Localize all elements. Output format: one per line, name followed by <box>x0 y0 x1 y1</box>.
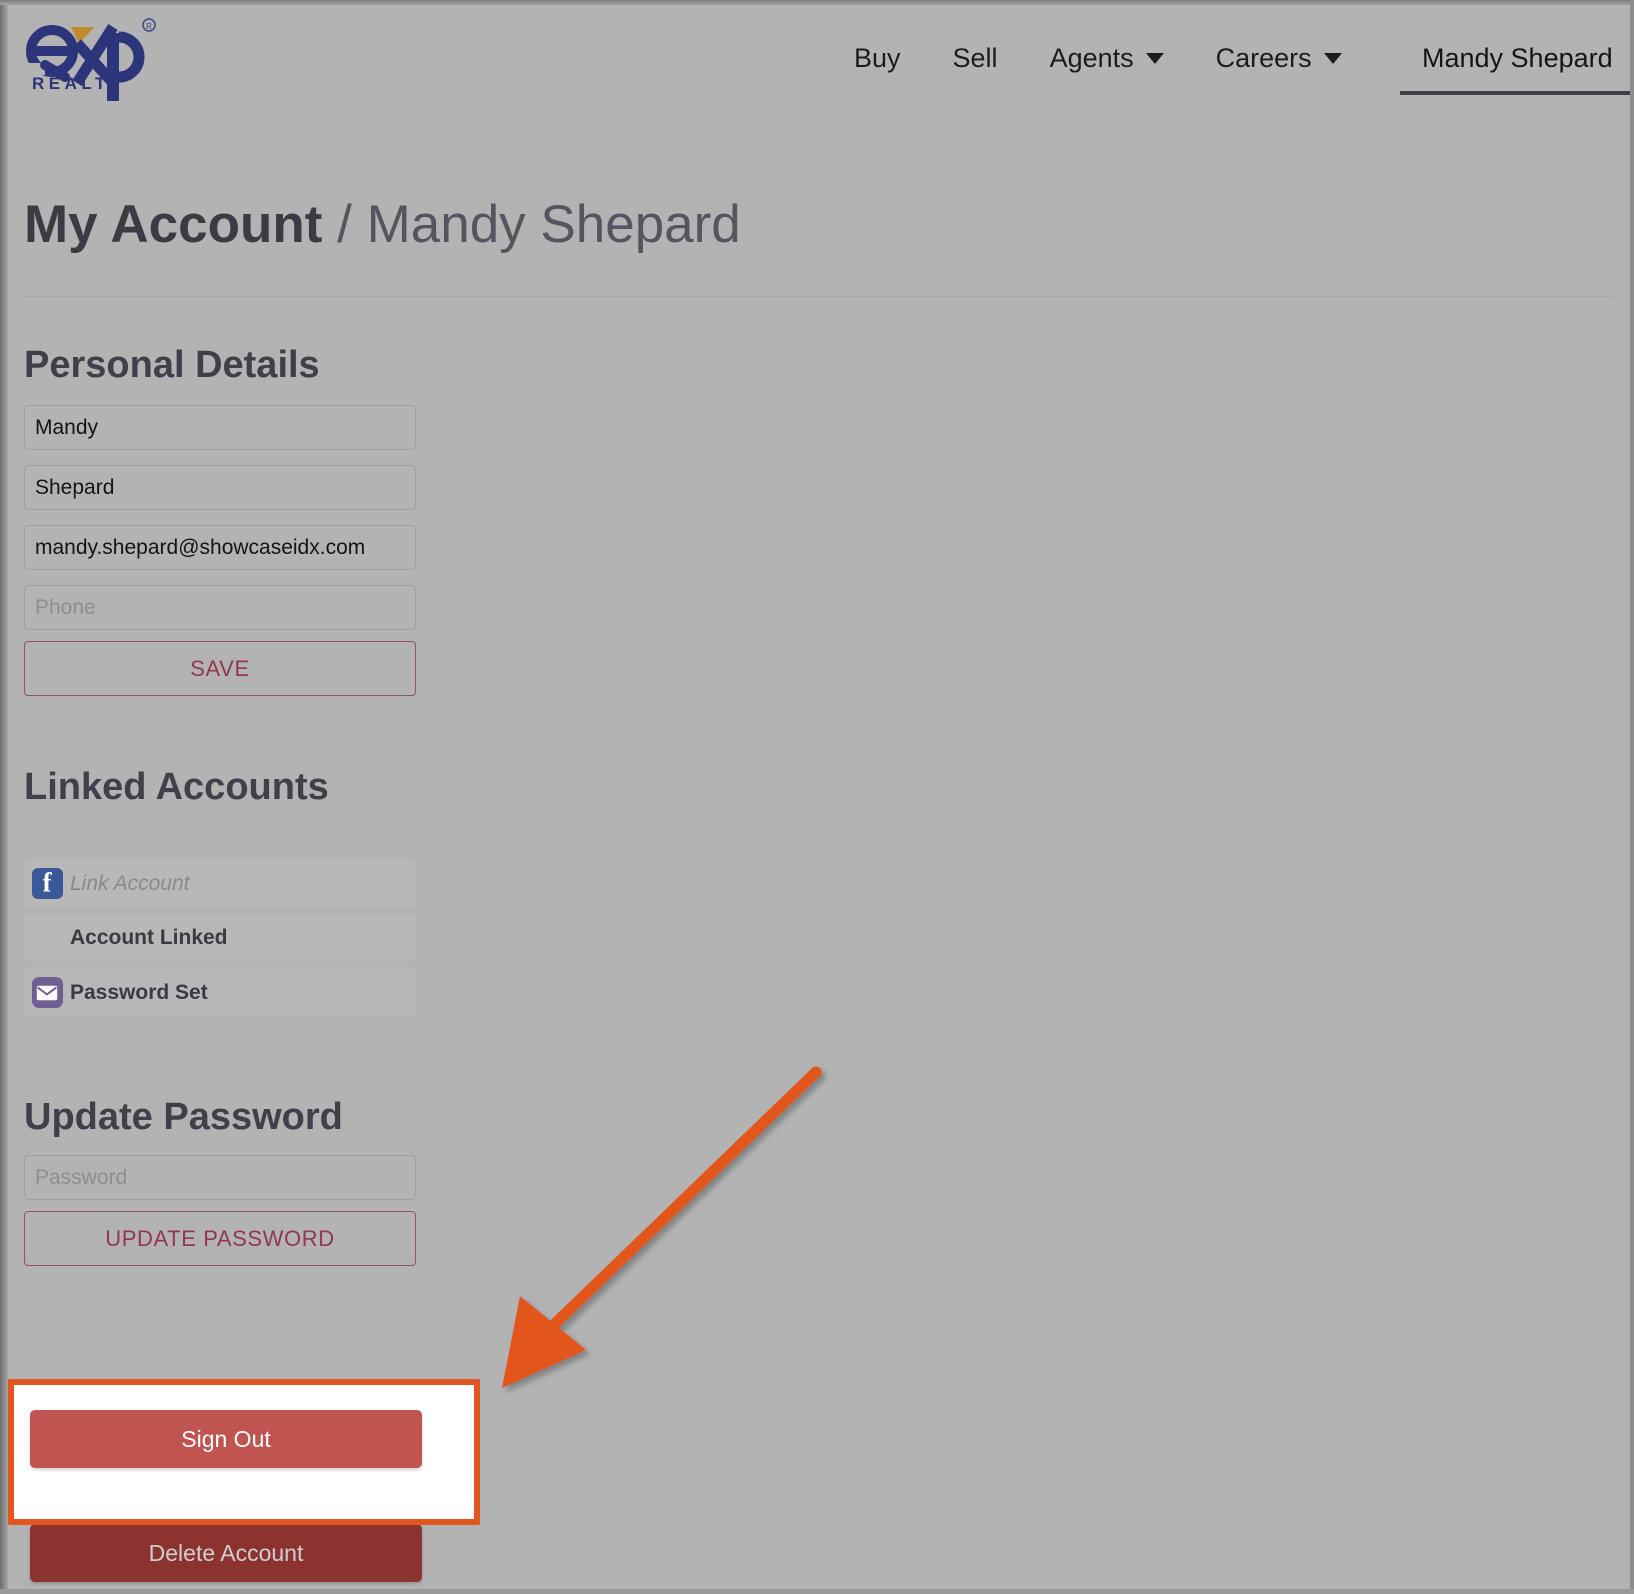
nav-item-buy[interactable]: Buy <box>828 33 927 83</box>
update-password-button[interactable]: UPDATE PASSWORD <box>24 1211 416 1266</box>
linked-row-facebook-label: Link Account <box>70 871 190 895</box>
page-title-separator: / <box>337 195 352 254</box>
nav-item-agents[interactable]: Agents <box>1024 33 1190 83</box>
page-title-secondary: Mandy Shepard <box>366 195 741 254</box>
nav-item-careers[interactable]: Careers <box>1190 33 1368 83</box>
envelope-icon <box>24 977 70 1008</box>
nav-item-agents-label: Agents <box>1049 43 1134 73</box>
chevron-down-icon <box>1145 52 1164 64</box>
linked-row-password-set-label: Password Set <box>70 980 208 1004</box>
email-input[interactable] <box>24 525 416 570</box>
nav-item-sell[interactable]: Sell <box>927 33 1024 83</box>
delete-account-button[interactable]: Delete Account <box>30 1524 422 1582</box>
annotation-arrow <box>502 1066 822 1388</box>
facebook-icon <box>24 868 70 899</box>
linked-row-facebook[interactable]: Link Account <box>24 860 416 907</box>
phone-input[interactable] <box>24 585 416 630</box>
linked-accounts-heading: Linked Accounts <box>24 766 329 808</box>
nav-item-buy-label: Buy <box>854 43 901 73</box>
personal-details-heading: Personal Details <box>24 344 320 386</box>
page-title: My Account / Mandy Shepard <box>24 195 741 255</box>
save-button[interactable]: SAVE <box>24 641 416 696</box>
sign-out-button[interactable]: Sign Out <box>30 1410 422 1468</box>
nav-account-label: Mandy Shepard <box>1422 43 1613 73</box>
page-surface: R REALTY Buy Sell Agents Careers Mandy S… <box>8 5 1630 1589</box>
screenshot-root: R REALTY Buy Sell Agents Careers Mandy S… <box>0 0 1634 1594</box>
nav-item-account[interactable]: Mandy Shepard <box>1400 33 1630 95</box>
site-header: R REALTY Buy Sell Agents Careers Mandy S… <box>8 5 1630 110</box>
window-frame-left <box>0 0 8 1594</box>
window-frame-bottom <box>0 1589 1634 1594</box>
linked-row-account-linked[interactable]: Account Linked <box>24 914 416 961</box>
window-frame-right <box>1630 0 1634 1594</box>
update-password-heading: Update Password <box>24 1096 343 1138</box>
last-name-input[interactable] <box>24 465 416 510</box>
svg-text:R: R <box>146 22 152 31</box>
primary-nav: Buy Sell Agents Careers <box>828 33 1368 91</box>
linked-row-password-set[interactable]: Password Set <box>24 969 416 1016</box>
page-title-primary: My Account <box>24 195 323 254</box>
nav-item-sell-label: Sell <box>952 43 998 73</box>
svg-text:REALTY: REALTY <box>32 74 126 93</box>
linked-row-account-linked-label: Account Linked <box>70 925 228 949</box>
chevron-down-icon <box>1323 52 1342 64</box>
first-name-input[interactable] <box>24 405 416 450</box>
password-input[interactable] <box>24 1155 416 1200</box>
title-divider <box>24 296 1614 297</box>
exp-realty-logo[interactable]: R REALTY <box>21 11 201 106</box>
nav-item-careers-label: Careers <box>1215 43 1312 73</box>
